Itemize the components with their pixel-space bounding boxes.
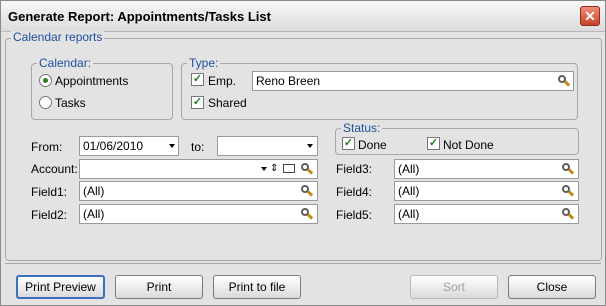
emp-label: Emp. bbox=[208, 74, 237, 88]
from-date-value: 01/06/2010 bbox=[83, 139, 144, 153]
print-preview-button[interactable]: Print Preview bbox=[16, 275, 105, 299]
tasks-radio-button[interactable] bbox=[39, 96, 52, 109]
calendar-group bbox=[31, 63, 173, 120]
field5-input[interactable]: (All) bbox=[394, 204, 579, 224]
search-icon[interactable] bbox=[301, 185, 314, 197]
not-done-label: Not Done bbox=[443, 138, 494, 152]
search-icon[interactable] bbox=[301, 163, 314, 175]
field1-label: Field1: bbox=[31, 185, 68, 199]
to-date-field[interactable] bbox=[217, 136, 318, 156]
search-icon[interactable] bbox=[562, 208, 575, 220]
done-label: Done bbox=[358, 138, 387, 152]
field2-value: (All) bbox=[83, 207, 105, 221]
window-title: Generate Report: Appointments/Tasks List bbox=[8, 9, 271, 24]
field1-input[interactable]: (All) bbox=[79, 181, 318, 201]
search-icon[interactable] bbox=[558, 75, 571, 87]
tasks-label: Tasks bbox=[55, 96, 86, 110]
field4-input[interactable]: (All) bbox=[394, 181, 579, 201]
employee-field[interactable]: Reno Breen bbox=[252, 71, 574, 91]
from-date-field[interactable]: 01/06/2010 bbox=[79, 136, 179, 156]
shared-checkbox[interactable]: ✓ bbox=[191, 96, 204, 109]
field1-value: (All) bbox=[83, 184, 105, 198]
calendar-reports-legend: Calendar reports bbox=[11, 30, 105, 44]
type-legend: Type: bbox=[187, 56, 221, 70]
envelope-icon[interactable] bbox=[283, 164, 295, 173]
search-icon[interactable] bbox=[562, 185, 575, 197]
account-label: Account: bbox=[31, 162, 78, 176]
field3-input[interactable]: (All) bbox=[394, 159, 579, 179]
appointments-label: Appointments bbox=[55, 74, 129, 88]
from-label: From: bbox=[31, 140, 63, 154]
close-button[interactable]: Close bbox=[508, 275, 596, 299]
shared-label: Shared bbox=[208, 96, 247, 110]
report-dialog: Generate Report: Appointments/Tasks List… bbox=[0, 0, 606, 306]
sort-arrows-icon[interactable]: ⇕ bbox=[270, 160, 278, 178]
employee-value: Reno Breen bbox=[256, 74, 321, 88]
field5-value: (All) bbox=[398, 207, 420, 221]
chevron-down-icon[interactable] bbox=[261, 167, 267, 171]
field2-input[interactable]: (All) bbox=[79, 204, 318, 224]
field4-label: Field4: bbox=[336, 185, 373, 199]
field5-label: Field5: bbox=[336, 208, 373, 222]
appointments-radio-button[interactable] bbox=[39, 74, 52, 87]
to-label: to: bbox=[191, 140, 205, 154]
search-icon[interactable] bbox=[562, 163, 575, 175]
account-field[interactable]: ⇕ bbox=[79, 159, 318, 179]
field3-value: (All) bbox=[398, 162, 420, 176]
title-bar: Generate Report: Appointments/Tasks List… bbox=[1, 1, 605, 32]
footer-divider bbox=[5, 263, 601, 264]
search-icon[interactable] bbox=[301, 208, 314, 220]
not-done-checkbox[interactable]: ✓ bbox=[427, 137, 440, 150]
sort-button[interactable]: Sort bbox=[410, 275, 498, 299]
chevron-down-icon[interactable] bbox=[169, 144, 175, 148]
field4-value: (All) bbox=[398, 184, 420, 198]
field3-label: Field3: bbox=[336, 162, 373, 176]
close-window-button[interactable]: ✕ bbox=[580, 6, 600, 26]
done-checkbox[interactable]: ✓ bbox=[342, 137, 355, 150]
print-to-file-button[interactable]: Print to file bbox=[213, 275, 301, 299]
print-button[interactable]: Print bbox=[115, 275, 203, 299]
field2-label: Field2: bbox=[31, 208, 68, 222]
emp-checkbox[interactable]: ✓ bbox=[191, 73, 204, 86]
chevron-down-icon[interactable] bbox=[307, 144, 313, 148]
calendar-legend: Calendar: bbox=[37, 56, 94, 70]
close-icon: ✕ bbox=[584, 8, 596, 24]
status-legend: Status: bbox=[341, 121, 383, 135]
